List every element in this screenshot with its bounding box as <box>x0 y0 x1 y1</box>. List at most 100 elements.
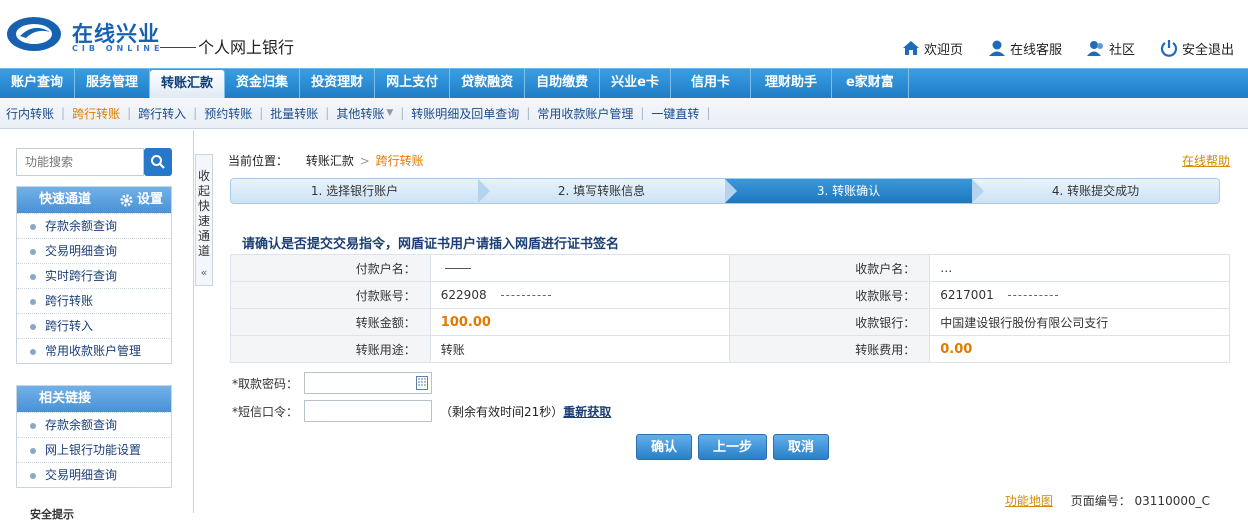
payee-account-value: 6217001 <box>929 281 1230 309</box>
payee-name-label: 收款户名： <box>729 254 931 282</box>
subnav-divider: | <box>193 106 198 120</box>
function-map-link[interactable]: 功能地图 <box>1005 494 1053 508</box>
subnav-batch-transfer[interactable]: 批量转账 <box>270 105 318 122</box>
tab-investment[interactable]: 投资理财 <box>300 68 376 98</box>
amount-label: 转账金额： <box>230 308 431 336</box>
table-row: 付款账号： 622908 收款账号： 6217001 <box>230 281 1230 309</box>
subnav-payee-management[interactable]: 常用收款账户管理 <box>537 105 633 122</box>
site-subtitle: 个人网上银行 <box>198 38 295 57</box>
table-row: 转账金额： 100.00 收款银行： 中国建设银行股份有限公司支行 <box>230 308 1230 336</box>
community-icon <box>1086 41 1103 56</box>
password-input[interactable] <box>304 372 433 394</box>
subnav-interbank-in[interactable]: 跨行转入 <box>138 105 186 122</box>
community-link[interactable]: 社区 <box>1086 38 1135 58</box>
link-item-balance[interactable]: 存款余额查询 <box>17 412 171 437</box>
security-tip[interactable]: 安全提示 <box>30 506 74 522</box>
step-confirm: 3. 转账确认 <box>725 179 984 203</box>
tab-online-payment[interactable]: 网上支付 <box>375 68 451 98</box>
tab-e-card[interactable]: 兴业e卡 <box>600 68 671 98</box>
breadcrumb-transfer[interactable]: 转账汇款 <box>306 154 354 168</box>
chevron-down-icon[interactable]: ▼ <box>386 108 393 118</box>
payer-account-number: 622908 <box>440 288 487 302</box>
countdown-text: （剩余有效时间21秒） <box>440 404 564 419</box>
quick-item-transactions[interactable]: 交易明细查询 <box>17 238 171 263</box>
subnav-scheduled-transfer[interactable]: 预约转账 <box>204 105 252 122</box>
welcome-link[interactable]: 欢迎页 <box>901 38 963 58</box>
quick-item-balance[interactable]: 存款余额查询 <box>17 213 171 238</box>
subnav-intrabank-transfer[interactable]: 行内转账 <box>6 105 54 122</box>
search-button[interactable] <box>144 148 172 176</box>
previous-step-button[interactable]: 上一步 <box>698 434 768 460</box>
quick-item-interbank-in[interactable]: 跨行转入 <box>17 313 171 338</box>
subnav-transfer-records[interactable]: 转账明细及回单查询 <box>411 105 519 122</box>
subnav-divider: | <box>259 106 264 120</box>
link-item-settings[interactable]: 网上银行功能设置 <box>17 437 171 462</box>
password-label: *取款密码： <box>232 376 299 391</box>
payee-bank-value: 中国建设银行股份有限公司支行 <box>929 308 1230 336</box>
quick-item-interbank-transfer[interactable]: 跨行转账 <box>17 288 171 313</box>
breadcrumb: 当前位置： 转账汇款 > 跨行转账 <box>228 152 424 169</box>
sms-row: *短信口令： （剩余有效时间21秒） 重新获取 <box>232 400 611 422</box>
payee-bank-label: 收款银行： <box>729 308 931 336</box>
quick-item-realtime-query[interactable]: 实时跨行查询 <box>17 263 171 288</box>
masked-value <box>500 295 551 296</box>
sms-code-input[interactable] <box>304 400 433 422</box>
tab-loans[interactable]: 贷款融资 <box>450 68 526 98</box>
search-input[interactable] <box>16 148 144 176</box>
payee-account-number: 6217001 <box>940 288 994 302</box>
subnav-divider: | <box>61 106 66 120</box>
quick-access-panel: 快速通道 设置 存款余额查询 交易明细查询 实时跨行查询 跨行转账 跨行转入 常… <box>16 186 172 364</box>
logout-link[interactable]: 安全退出 <box>1159 38 1234 58</box>
subnav-other-transfer[interactable]: 其他转账 <box>336 105 384 122</box>
page-number-label: 页面编号： <box>1070 494 1131 508</box>
settings-button[interactable]: 设置 <box>119 187 163 213</box>
confirm-button[interactable]: 确认 <box>636 434 693 460</box>
table-row: 付款户名： 收款户名： … <box>230 254 1230 282</box>
online-help-link[interactable]: 在线帮助 <box>1182 152 1230 169</box>
subnav-interbank-transfer[interactable]: 跨行转账 <box>72 105 120 122</box>
subnav-quick-transfer[interactable]: 一键直转 <box>651 105 699 122</box>
table-row: 转账用途： 转账 转账费用： 0.00 <box>230 335 1230 363</box>
tab-service-management[interactable]: 服务管理 <box>75 68 151 98</box>
keyboard-icon[interactable] <box>416 376 429 390</box>
action-buttons: 确认 上一步 取消 <box>636 434 830 460</box>
tab-transfer[interactable]: 转账汇款 <box>150 70 226 98</box>
settings-label: 设置 <box>136 192 163 207</box>
subnav-divider: | <box>325 106 330 120</box>
tab-account-query[interactable]: 账户查询 <box>0 68 76 98</box>
cancel-button[interactable]: 取消 <box>773 434 830 460</box>
subnav-divider: | <box>400 106 405 120</box>
link-item-transactions[interactable]: 交易明细查询 <box>17 462 171 487</box>
quick-access-header: 快速通道 设置 <box>17 187 171 213</box>
quick-item-payee-management[interactable]: 常用收款账户管理 <box>17 338 171 363</box>
breadcrumb-separator: > <box>359 154 370 168</box>
subnav-divider: | <box>640 106 645 120</box>
tab-bill-payment[interactable]: 自助缴费 <box>525 68 601 98</box>
double-chevron-left-icon: « <box>200 266 208 279</box>
customer-service-link[interactable]: 在线客服 <box>987 38 1062 58</box>
purpose-value: 转账 <box>429 335 731 363</box>
sidebar: 快速通道 设置 存款余额查询 交易明细查询 实时跨行查询 跨行转账 跨行转入 常… <box>0 130 194 521</box>
tab-e-home-wealth[interactable]: e家财富 <box>832 68 909 98</box>
progress-steps: 1. 选择银行账户 2. 填写转账信息 3. 转账确认 4. 转账提交成功 <box>230 178 1220 204</box>
tab-credit-card[interactable]: 信用卡 <box>671 68 751 98</box>
resend-sms-link[interactable]: 重新获取 <box>563 403 611 420</box>
tab-fund-pooling[interactable]: 资金归集 <box>225 68 301 98</box>
step-success: 4. 转账提交成功 <box>972 179 1219 203</box>
customer-service-label: 在线客服 <box>1009 42 1062 58</box>
community-label: 社区 <box>1108 42 1135 58</box>
customer-service-icon <box>988 40 1005 56</box>
cib-logo-icon <box>7 17 61 51</box>
tab-finance-assistant[interactable]: 理财助手 <box>751 68 832 98</box>
power-icon <box>1160 40 1178 57</box>
related-links-header: 相关链接 <box>17 386 171 412</box>
fee-value: 0.00 <box>929 335 1230 363</box>
logo-english-text: CIB ONLINE <box>72 44 164 53</box>
collapse-quick-access[interactable]: 收起快速通道 « <box>195 154 213 286</box>
purpose-label: 转账用途： <box>230 335 431 363</box>
amount-value: 100.00 <box>429 308 731 336</box>
sms-label: *短信口令： <box>232 404 299 419</box>
step-fill-info: 2. 填写转账信息 <box>478 179 737 203</box>
subnav-divider: | <box>706 106 711 120</box>
confirm-instruction: 请确认是否提交交易指令，网盾证书用户请插入网盾进行证书签名 <box>242 237 620 252</box>
